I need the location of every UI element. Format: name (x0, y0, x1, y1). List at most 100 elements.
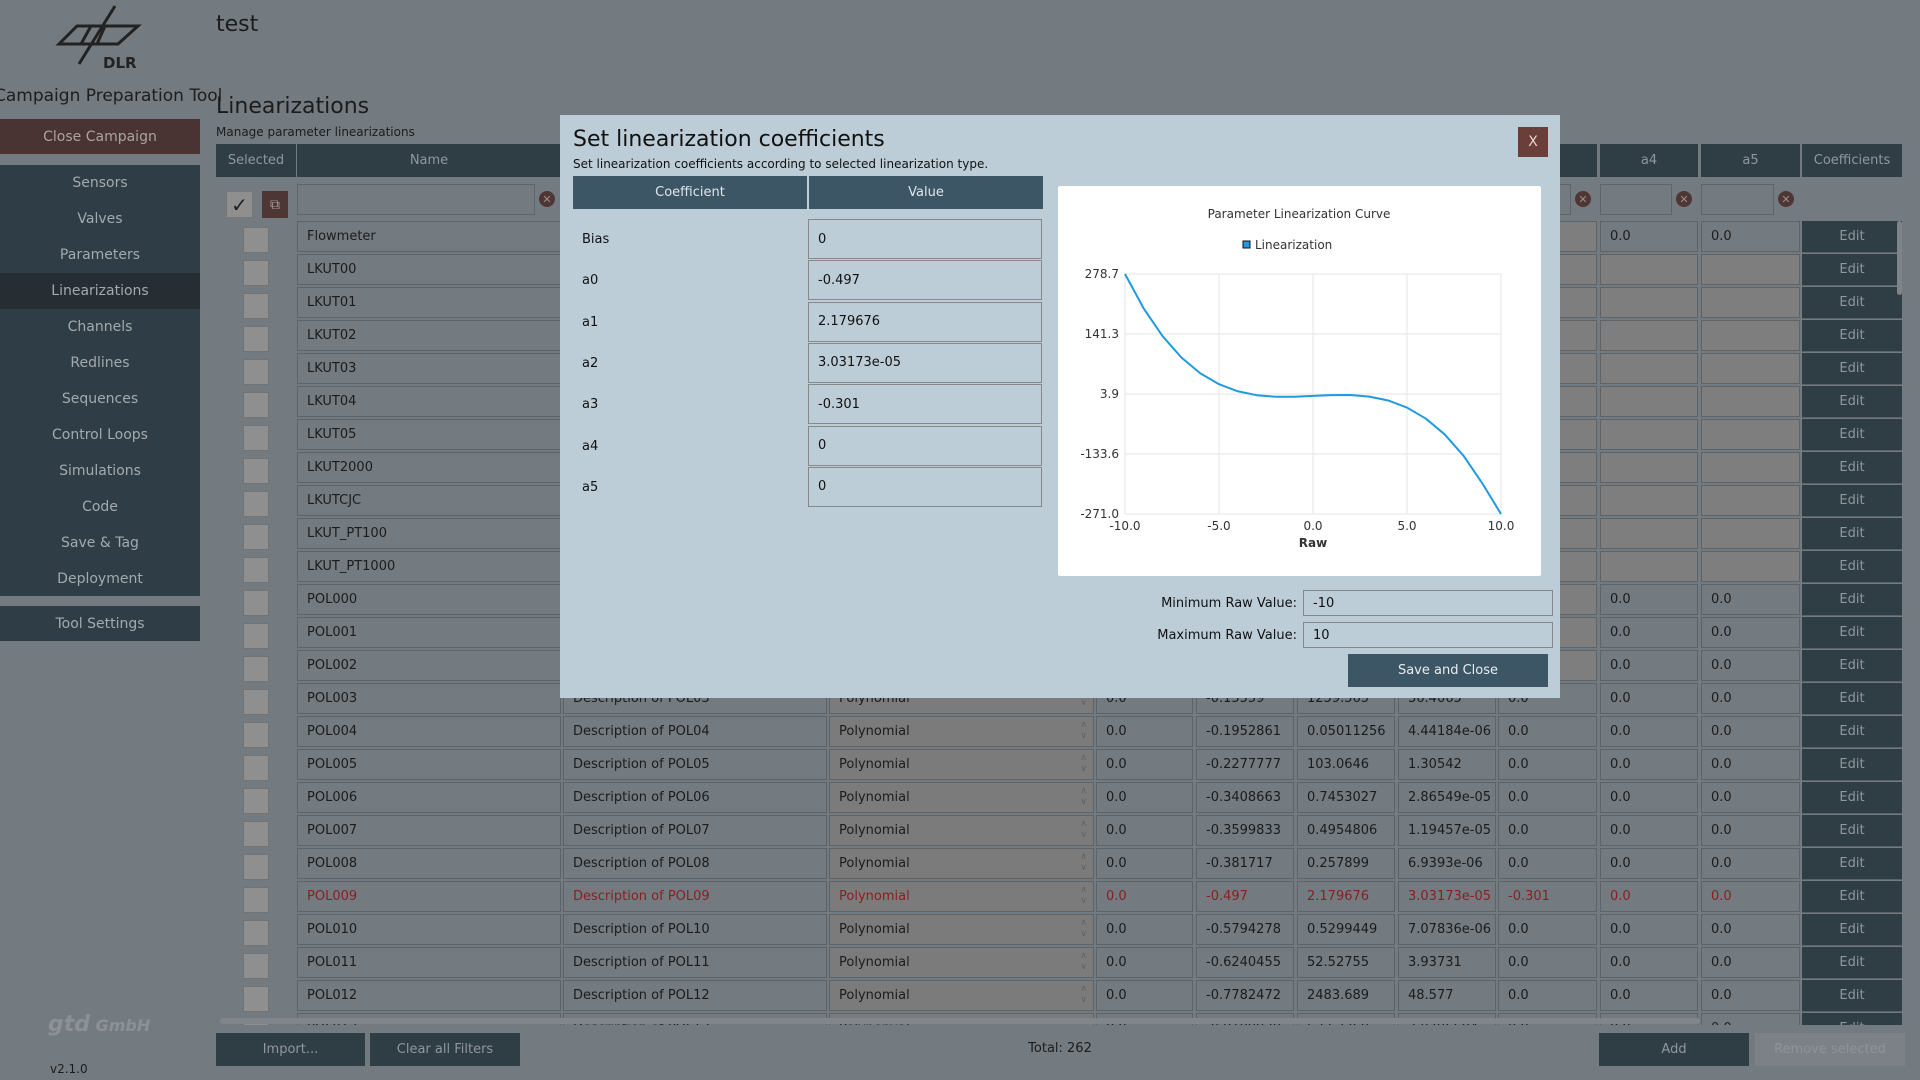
clear-filter-icon[interactable]: ✕ (539, 191, 555, 207)
coefficient-cell-a5[interactable] (1701, 485, 1800, 516)
edit-button[interactable]: Edit (1802, 815, 1902, 847)
name-cell[interactable]: POL012 (297, 980, 561, 1011)
coefficient-cell-a4[interactable]: 0.0 (1600, 749, 1698, 780)
description-cell[interactable]: Description of POL09 (563, 881, 827, 912)
row-select-checkbox[interactable] (243, 590, 269, 616)
coefficient-cell-a4[interactable] (1600, 419, 1698, 450)
remove-selected-button[interactable]: Remove selected (1755, 1033, 1905, 1066)
coefficient-cell-a4[interactable] (1600, 386, 1698, 417)
coefficient-cell-a2[interactable]: 1.30542 (1398, 749, 1496, 780)
coefficient-cell-a3[interactable]: 0.0 (1498, 848, 1597, 879)
spinner-arrows-icon[interactable]: ∧∨ (1080, 918, 1087, 940)
coefficient-cell-a4[interactable]: 0.0 (1600, 650, 1698, 681)
coefficient-cell-a5[interactable]: 0.0 (1701, 914, 1800, 945)
coefficient-cell-a3[interactable]: 0.0 (1498, 716, 1597, 747)
invert-selection-icon[interactable]: ⧉ (262, 191, 288, 218)
coefficient-cell-a5[interactable] (1701, 551, 1800, 582)
edit-button[interactable]: Edit (1802, 320, 1902, 352)
coefficient-cell-a2[interactable]: 3.03173e-05 (1398, 881, 1496, 912)
sidebar-item-linearizations[interactable]: Linearizations (0, 273, 200, 309)
table-row[interactable]: POL006 Description of POL06 Polynomial ∧ ∨ 0.… (216, 782, 1906, 815)
coefficient-cell-a1[interactable]: 0.257899 (1297, 848, 1395, 879)
coefficient-input-a2[interactable]: 3.03173e-05 (808, 342, 1042, 383)
spinner-arrows-icon[interactable]: ∧∨ (1080, 852, 1087, 874)
sidebar-item-control-loops[interactable]: Control Loops (0, 417, 200, 453)
coefficient-cell-a4[interactable] (1600, 287, 1698, 318)
clear-filters-button[interactable]: Clear all Filters (370, 1033, 520, 1066)
row-select-checkbox[interactable] (243, 458, 269, 484)
sidebar-item-redlines[interactable]: Redlines (0, 345, 200, 381)
coefficient-cell-a4[interactable] (1600, 452, 1698, 483)
name-cell[interactable]: POL007 (297, 815, 561, 846)
column-header-name[interactable]: Name (297, 144, 561, 177)
name-cell[interactable]: POL005 (297, 749, 561, 780)
select-all-checkbox[interactable]: ✓ (226, 191, 253, 218)
coefficient-input-a0[interactable]: -0.497 (808, 260, 1042, 301)
column-header-a4[interactable]: a4 (1600, 144, 1698, 177)
filter-input-a4[interactable] (1600, 184, 1672, 215)
coefficient-cell-a1[interactable]: 0.5299449 (1297, 914, 1395, 945)
edit-button[interactable]: Edit (1802, 1013, 1902, 1025)
edit-button[interactable]: Edit (1802, 947, 1902, 979)
sidebar-item-sequences[interactable]: Sequences (0, 381, 200, 417)
coefficient-cell-a5[interactable]: 0.0 (1701, 782, 1800, 813)
coefficient-cell-a0[interactable]: -0.5794278 (1196, 914, 1294, 945)
spinner-arrows-icon[interactable]: ∧∨ (1080, 786, 1087, 808)
sidebar-item-channels[interactable]: Channels (0, 309, 200, 345)
edit-button[interactable]: Edit (1802, 881, 1902, 913)
coefficient-cell-a3[interactable]: 0.0 (1498, 815, 1597, 846)
column-header-a5[interactable]: a5 (1701, 144, 1800, 177)
clear-filter-icon[interactable]: ✕ (1575, 191, 1591, 207)
sidebar-item-sensors[interactable]: Sensors (0, 165, 200, 201)
row-select-checkbox[interactable] (243, 920, 269, 946)
row-select-checkbox[interactable] (243, 326, 269, 352)
edit-button[interactable]: Edit (1802, 518, 1902, 550)
coefficient-cell-a5[interactable]: 0.0 (1701, 749, 1800, 780)
coefficient-cell-a5[interactable]: 0.0 (1701, 980, 1800, 1011)
edit-button[interactable]: Edit (1802, 848, 1902, 880)
description-cell[interactable]: Description of POL06 (563, 782, 827, 813)
row-select-checkbox[interactable] (243, 722, 269, 748)
coefficient-cell-bias[interactable]: 0.0 (1096, 782, 1193, 813)
name-cell[interactable]: POL001 (297, 617, 561, 648)
description-cell[interactable]: Description of POL07 (563, 815, 827, 846)
coefficient-cell-a4[interactable]: 0.0 (1600, 716, 1698, 747)
coefficient-cell-a2[interactable]: 2.86549e-05 (1398, 782, 1496, 813)
coefficient-cell-a4[interactable]: 0.0 (1600, 683, 1698, 714)
spinner-arrows-icon[interactable]: ∧∨ (1080, 819, 1087, 841)
tool-settings-button[interactable]: Tool Settings (0, 606, 200, 641)
coefficient-cell-a5[interactable] (1701, 287, 1800, 318)
max-raw-input[interactable]: 10 (1303, 622, 1553, 648)
clear-filter-icon[interactable]: ✕ (1778, 191, 1794, 207)
type-select[interactable]: Polynomial ∧∨ (829, 815, 1094, 846)
table-row[interactable]: POL009 Description of POL09 Polynomial ∧ ∨ 0.… (216, 881, 1906, 914)
save-and-close-button[interactable]: Save and Close (1348, 654, 1548, 687)
coefficient-input-bias[interactable]: 0 (808, 219, 1042, 259)
sidebar-item-parameters[interactable]: Parameters (0, 237, 200, 273)
edit-button[interactable]: Edit (1802, 452, 1902, 484)
coefficient-input-a4[interactable]: 0 (808, 425, 1042, 466)
coefficient-cell-a5[interactable]: 0.0 (1701, 617, 1800, 648)
coefficient-input-a5[interactable]: 0 (808, 466, 1042, 507)
description-cell[interactable]: Description of POL10 (563, 914, 827, 945)
row-select-checkbox[interactable] (243, 293, 269, 319)
spinner-arrows-icon[interactable]: ∧∨ (1080, 951, 1087, 973)
edit-button[interactable]: Edit (1802, 749, 1902, 781)
edit-button[interactable]: Edit (1802, 617, 1902, 649)
spinner-arrows-icon[interactable]: ∧∨ (1080, 753, 1087, 775)
name-cell[interactable]: LKUT_PT1000 (297, 551, 561, 582)
coefficient-cell-a4[interactable]: 0.0 (1600, 881, 1698, 912)
edit-button[interactable]: Edit (1802, 683, 1902, 715)
coefficient-cell-a3[interactable]: 0.0 (1498, 749, 1597, 780)
coefficient-cell-bias[interactable]: 0.0 (1096, 947, 1193, 978)
edit-button[interactable]: Edit (1802, 914, 1902, 946)
table-row[interactable]: POL005 Description of POL05 Polynomial ∧ ∨ 0.… (216, 749, 1906, 782)
coefficient-cell-a0[interactable]: -0.2277777 (1196, 749, 1294, 780)
description-cell[interactable]: Description of POL12 (563, 980, 827, 1011)
coefficient-cell-a4[interactable]: 0.0 (1600, 617, 1698, 648)
name-cell[interactable]: POL003 (297, 683, 561, 714)
coefficient-cell-a2[interactable]: 48.577 (1398, 980, 1496, 1011)
row-select-checkbox[interactable] (243, 359, 269, 385)
coefficient-cell-a2[interactable]: 6.9393e-06 (1398, 848, 1496, 879)
coefficient-cell-bias[interactable]: 0.0 (1096, 749, 1193, 780)
